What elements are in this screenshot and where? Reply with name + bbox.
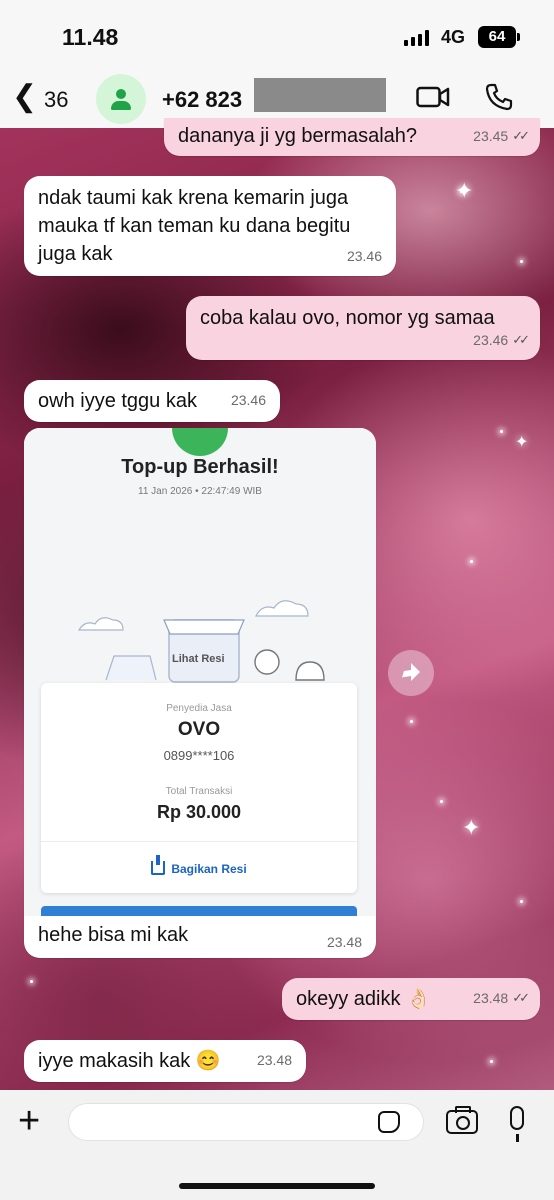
unread-count[interactable]: 36 (44, 87, 68, 113)
success-check-icon (172, 428, 228, 456)
receipt-datetime: 11 Jan 2026 • 22:47:49 WIB (138, 486, 262, 497)
message-time: 23.46 (346, 248, 382, 264)
message-time: 23.48 (256, 1052, 292, 1068)
promo-banner (41, 906, 357, 916)
message-text: coba kalau ovo, nomor yg samaa (200, 307, 495, 329)
plus-icon[interactable]: + (18, 1102, 40, 1140)
sticker-icon[interactable] (378, 1111, 400, 1133)
receipt-card: Penyedia Jasa OVO 0899****106 Total Tran… (41, 683, 357, 893)
message-text: hehe bisa mi kak (38, 924, 189, 946)
sparkle-icon: ✦ (515, 434, 529, 451)
message-text: iyye makasih kak 😊 (38, 1050, 221, 1072)
message-input-bar: + (0, 1090, 554, 1200)
signal-icon (404, 30, 429, 46)
status-bar: 11.48 4G 64 (0, 0, 554, 70)
video-call-icon[interactable] (416, 86, 450, 108)
store-illustration-icon (77, 600, 325, 683)
sparkle-icon: ✦ (455, 178, 474, 203)
network-type: 4G (441, 27, 466, 47)
provider-name: OVO (177, 719, 221, 740)
read-ticks-icon: ✓✓ (512, 990, 530, 1005)
read-ticks-icon: ✓✓ (512, 332, 530, 347)
read-ticks-icon: ✓✓ (512, 128, 530, 143)
status-time: 11.48 (62, 24, 119, 50)
home-indicator (179, 1183, 375, 1189)
mic-icon[interactable] (510, 1106, 524, 1142)
message-time: 23.45 (473, 128, 509, 144)
message-bubble-outgoing[interactable]: okeyy adikk 👌🏻 23.48 ✓✓ (282, 978, 540, 1020)
receipt-image[interactable]: Top-up Berhasil! 11 Jan 2026 • 22:47:49 … (24, 428, 376, 916)
sparkle-icon: ✦ (462, 815, 481, 840)
message-text: owh iyye tggu kak (38, 390, 197, 412)
receipt-title: Top-up Berhasil! (121, 456, 279, 478)
account-number: 0899****106 (163, 748, 235, 763)
forward-icon[interactable] (388, 650, 434, 696)
provider-label: Penyedia Jasa (166, 703, 232, 714)
message-time: 23.46 (230, 392, 266, 408)
message-text: dananya ji yg bermasalah? (178, 125, 418, 147)
contact-name[interactable]: +62 823 (162, 87, 242, 113)
message-bubble-incoming[interactable]: iyye makasih kak 😊 23.48 (24, 1040, 306, 1082)
message-time: 23.46 (473, 332, 509, 348)
message-input[interactable] (68, 1103, 424, 1141)
battery-icon: 64 (478, 26, 520, 48)
share-receipt-button[interactable]: Bagikan Resi (41, 855, 357, 876)
redacted-number (254, 78, 386, 112)
view-receipt-label[interactable]: Lihat Resi (172, 653, 225, 665)
share-icon (151, 855, 166, 875)
back-icon[interactable]: ❮ (12, 82, 37, 112)
message-bubble-incoming[interactable]: owh iyye tggu kak 23.46 (24, 380, 280, 422)
voice-call-icon[interactable] (484, 82, 514, 112)
message-time: 23.48 (473, 990, 509, 1006)
avatar[interactable] (96, 74, 146, 124)
message-text: okeyy adikk 👌🏻 (296, 988, 431, 1010)
message-bubble-outgoing[interactable]: dananya ji yg bermasalah? 23.45 ✓✓ (164, 118, 540, 156)
total-label: Total Transaksi (165, 786, 233, 797)
message-text: ndak taumi kak krena kemarin juga mauka … (38, 187, 351, 265)
message-bubble-incoming[interactable]: ndak taumi kak krena kemarin juga mauka … (24, 176, 396, 276)
camera-icon[interactable] (446, 1106, 478, 1134)
message-time: 23.48 (326, 934, 362, 950)
message-bubble-outgoing[interactable]: coba kalau ovo, nomor yg samaa 23.46 ✓✓ (186, 296, 540, 360)
total-amount: Rp 30.000 (156, 802, 242, 822)
image-message-bubble[interactable]: Top-up Berhasil! 11 Jan 2026 • 22:47:49 … (24, 428, 376, 958)
